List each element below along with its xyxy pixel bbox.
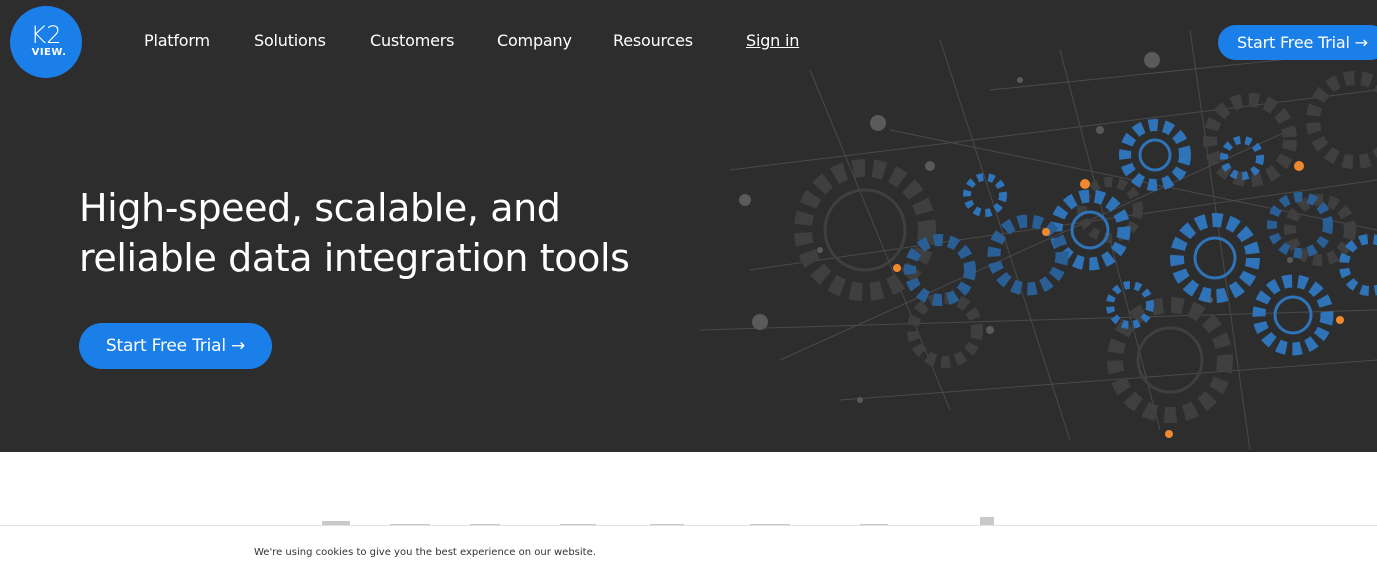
hero-headline: High-speed, scalable, and reliable data … [79, 183, 699, 283]
header-start-free-trial-button[interactable]: Start Free Trial → [1218, 25, 1377, 60]
nav-item-solutions[interactable]: Solutions [254, 31, 326, 50]
hero-headline-line-2: reliable data integration tools [79, 236, 630, 280]
sign-in-link[interactable]: Sign in [746, 31, 799, 50]
top-navigation: Platform Solutions Customers Company Res… [0, 0, 1377, 84]
nav-item-resources[interactable]: Resources [613, 31, 693, 50]
nav-item-company[interactable]: Company [497, 31, 572, 50]
nav-item-customers[interactable]: Customers [370, 31, 454, 50]
nav-item-platform[interactable]: Platform [144, 31, 210, 50]
hero-headline-line-1: High-speed, scalable, and [79, 186, 561, 230]
cookie-message: We're using cookies to give you the best… [254, 547, 596, 558]
cookie-banner: We're using cookies to give you the best… [0, 525, 1377, 563]
hero-start-free-trial-button[interactable]: Start Free Trial → [79, 323, 272, 369]
gears-network-icon [699, 30, 1377, 451]
